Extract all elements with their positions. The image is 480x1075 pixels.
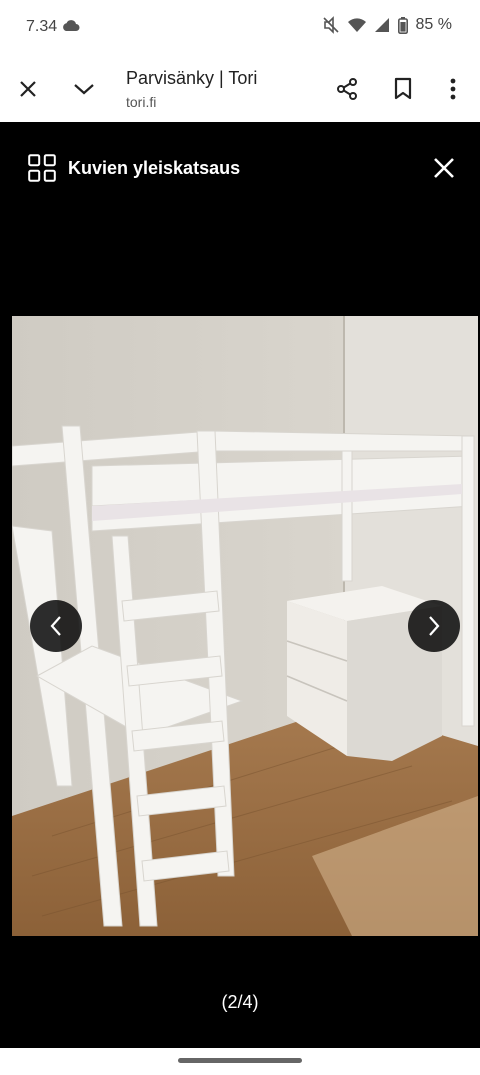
close-icon: [434, 158, 454, 178]
battery-percent: 85 %: [415, 16, 452, 33]
status-bar: 7.34 85 %: [0, 0, 480, 56]
more-vert-icon: [450, 78, 456, 100]
share-button[interactable]: [330, 72, 364, 106]
battery-icon: [397, 16, 408, 34]
image-counter: (2/4): [221, 992, 259, 1012]
chevron-down-icon: [74, 84, 94, 95]
signal-icon: [374, 17, 390, 33]
cloud-icon: [62, 19, 80, 37]
next-image-button[interactable]: [408, 600, 460, 652]
browser-toolbar: Parvisänky | Tori tori.fi: [0, 56, 480, 122]
minimize-button[interactable]: [67, 72, 101, 106]
image-overview-button[interactable]: [28, 154, 56, 182]
previous-image-button[interactable]: [30, 600, 82, 652]
viewer-title: Kuvien yleiskatsaus: [68, 158, 241, 178]
share-icon: [337, 78, 357, 100]
status-time: 7.34: [26, 18, 58, 35]
chevron-right-icon: [429, 616, 440, 636]
status-icons: 85 %: [322, 16, 452, 34]
more-options-button[interactable]: [436, 72, 470, 106]
bookmark-icon: [394, 77, 412, 100]
gesture-area: [0, 1048, 480, 1075]
close-tab-button[interactable]: [11, 72, 45, 106]
gesture-handle[interactable]: [178, 1058, 302, 1063]
image-viewer: Kuvien yleiskatsaus (2/4): [0, 122, 480, 1048]
grid-icon: [28, 154, 56, 182]
close-icon: [20, 81, 36, 97]
wifi-icon: [347, 17, 366, 33]
page-url: tori.fi: [126, 94, 157, 110]
bookmark-button[interactable]: [386, 72, 420, 106]
chevron-left-icon: [50, 616, 61, 636]
page-title: Parvisänky | Tori: [126, 68, 258, 88]
viewer-close-button[interactable]: [430, 154, 458, 182]
mute-icon: [322, 16, 340, 34]
